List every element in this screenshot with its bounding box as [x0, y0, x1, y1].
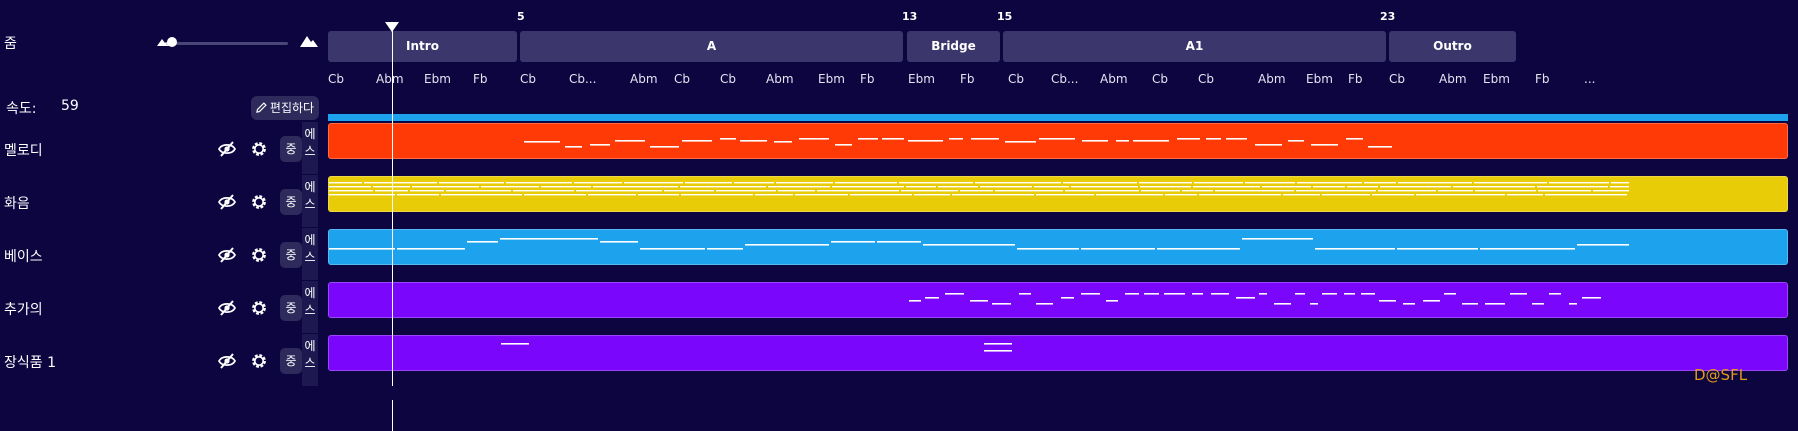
chord-label[interactable]: Abm: [1100, 72, 1128, 86]
track-solo-label: 스: [304, 144, 316, 158]
track-lane[interactable]: [328, 335, 1788, 371]
eye-off-icon[interactable]: [217, 139, 237, 159]
gear-icon[interactable]: [250, 246, 268, 264]
chord-label[interactable]: Cb: [1008, 72, 1024, 86]
section-block[interactable]: Intro: [328, 31, 517, 62]
mountain-big-icon[interactable]: [300, 34, 318, 48]
watermark: D@SFL: [1694, 366, 1748, 384]
chord-label[interactable]: Fb: [1535, 72, 1550, 86]
playhead-marker-icon[interactable]: [385, 22, 399, 32]
track-lane[interactable]: [328, 176, 1788, 212]
chord-label[interactable]: Abm: [376, 72, 404, 86]
gear-icon[interactable]: [250, 193, 268, 211]
track-solo-label: 에: [304, 127, 316, 141]
track-name: 베이스: [4, 249, 43, 265]
track-solo-label: 스: [304, 356, 316, 370]
chord-label[interactable]: Cb...: [1051, 72, 1078, 86]
chord-label[interactable]: ...: [1584, 72, 1595, 86]
chord-label[interactable]: Cb: [720, 72, 736, 86]
chord-label[interactable]: Ebm: [908, 72, 935, 86]
chord-label[interactable]: Cb: [520, 72, 536, 86]
track-lane[interactable]: [328, 229, 1788, 265]
track-solo-label: 스: [304, 303, 316, 317]
eye-off-icon[interactable]: [217, 298, 237, 318]
chord-label[interactable]: Abm: [630, 72, 658, 86]
track-solo-button[interactable]: 에 스: [302, 175, 318, 227]
chord-label[interactable]: Cb...: [569, 72, 596, 86]
track-solo-button[interactable]: 에 스: [302, 228, 318, 280]
track-mid-button[interactable]: 중: [280, 136, 302, 162]
note-pattern: [329, 238, 1629, 250]
playhead-line-lower: [392, 400, 393, 431]
edit-button[interactable]: 편집하다: [251, 96, 319, 120]
chord-label[interactable]: Cb: [1198, 72, 1214, 86]
chord-label[interactable]: Ebm: [818, 72, 845, 86]
zoom-label: 줌: [4, 36, 17, 52]
speed-label: 속도:: [6, 101, 37, 117]
section-block[interactable]: A1: [1003, 31, 1386, 62]
zoom-slider[interactable]: [160, 37, 290, 47]
track-lane[interactable]: [328, 282, 1788, 318]
track-solo-label: 스: [304, 250, 316, 264]
track-solo-label: 에: [304, 180, 316, 194]
note-pattern: [909, 293, 1601, 305]
timeline-bar[interactable]: [328, 114, 1788, 121]
note-pattern: [524, 138, 1392, 148]
note-pattern: [329, 182, 1629, 196]
eye-off-icon[interactable]: [217, 245, 237, 265]
playhead-line[interactable]: [392, 24, 393, 386]
chord-label[interactable]: Ebm: [1306, 72, 1333, 86]
gear-icon[interactable]: [250, 352, 268, 370]
chord-label[interactable]: Abm: [1258, 72, 1286, 86]
chord-label[interactable]: Ebm: [1483, 72, 1510, 86]
eye-off-icon[interactable]: [217, 192, 237, 212]
track-mid-button[interactable]: 중: [280, 348, 302, 374]
chord-label[interactable]: Cb: [1152, 72, 1168, 86]
section-block[interactable]: Bridge: [907, 31, 1000, 62]
zoom-slider-track[interactable]: [166, 42, 288, 45]
chord-label[interactable]: Ebm: [424, 72, 451, 86]
track-solo-label: 에: [304, 339, 316, 353]
speed-value: 59: [61, 98, 79, 114]
zoom-slider-thumb[interactable]: [167, 37, 178, 47]
track-name: 추가의: [4, 302, 43, 318]
measure-number: 13: [902, 10, 918, 23]
track-solo-button[interactable]: 에 스: [302, 122, 318, 174]
chord-label[interactable]: Fb: [960, 72, 975, 86]
track-mid-button[interactable]: 중: [280, 242, 302, 268]
track-solo-label: 에: [304, 233, 316, 247]
track-solo-label: 에: [304, 286, 316, 300]
chord-label[interactable]: Fb: [860, 72, 875, 86]
section-block[interactable]: Outro: [1389, 31, 1516, 62]
track-name: 장식품 1: [4, 355, 56, 371]
section-block[interactable]: A: [520, 31, 903, 62]
track-lane[interactable]: [328, 123, 1788, 159]
chord-label[interactable]: Cb: [674, 72, 690, 86]
chord-label[interactable]: Fb: [1348, 72, 1363, 86]
chord-label[interactable]: Cb: [1389, 72, 1405, 86]
chord-label[interactable]: Abm: [766, 72, 794, 86]
chord-label[interactable]: Abm: [1439, 72, 1467, 86]
track-name: 화음: [4, 196, 30, 212]
measure-number: 23: [1380, 10, 1396, 23]
track-solo-button[interactable]: 에 스: [302, 281, 318, 333]
track-solo-label: 스: [304, 197, 316, 211]
edit-button-label: 편집하다: [269, 101, 315, 115]
track-solo-button[interactable]: 에 스: [302, 334, 318, 386]
pencil-icon: [256, 102, 267, 113]
gear-icon[interactable]: [250, 140, 268, 158]
track-mid-button[interactable]: 중: [280, 189, 302, 215]
track-name: 멜로디: [4, 143, 43, 159]
chord-label[interactable]: Fb: [473, 72, 488, 86]
chord-label[interactable]: Cb: [328, 72, 344, 86]
track-mid-button[interactable]: 중: [280, 295, 302, 321]
note-pattern: [501, 343, 1012, 352]
gear-icon[interactable]: [250, 299, 268, 317]
eye-off-icon[interactable]: [217, 351, 237, 371]
measure-number: 5: [517, 10, 525, 23]
measure-number: 15: [997, 10, 1013, 23]
